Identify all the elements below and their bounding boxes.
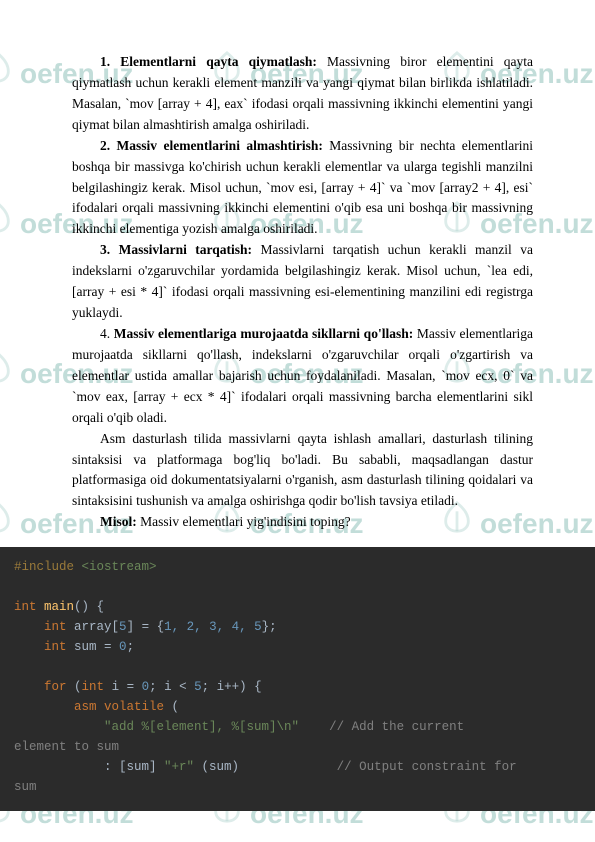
p4-num: 4. (100, 326, 114, 341)
code-kw: int (44, 640, 67, 654)
code-txt: sum = (67, 640, 120, 654)
paragraph-6: Misol: Massiv elementlari yig'indisini t… (72, 512, 533, 533)
code-txt: (sum) (194, 760, 239, 774)
paragraph-5: Asm dasturlash tilida massivlarni qayta … (72, 429, 533, 513)
p5-text: Asm dasturlash tilida massivlarni qayta … (72, 431, 533, 509)
code-txt: ; i++) { (202, 680, 262, 694)
code-include-path: <iostream> (82, 560, 157, 574)
p4-lead: Massiv elementlariga murojaatda sikllarn… (114, 326, 413, 341)
code-comment: // Add the current (299, 720, 464, 734)
code-comment: // Output constraint for (239, 760, 517, 774)
code-comment: element to sum (14, 740, 119, 754)
code-block: #include <iostream> int main() { int arr… (0, 547, 595, 811)
paragraph-1: 1. Elementlarni qayta qiymatlash: Massiv… (72, 52, 533, 136)
code-num: 1, 2, 3, 4, 5 (164, 620, 262, 634)
code-txt: ] = { (127, 620, 165, 634)
code-txt: : [sum] (14, 760, 164, 774)
code-pp: #include (14, 560, 82, 574)
code-kw: asm volatile (74, 700, 164, 714)
p2-lead: 2. Massiv elementlarini almashtirish: (100, 138, 323, 153)
code-str: "+r" (164, 760, 194, 774)
code-kw: int (82, 680, 105, 694)
document-content: 1. Elementlarni qayta qiymatlash: Massiv… (0, 0, 595, 811)
code-num: 5 (194, 680, 202, 694)
code-txt: ; i < (149, 680, 194, 694)
code-txt: ; (127, 640, 135, 654)
code-kw: int (44, 620, 67, 634)
code-kw: for (44, 680, 67, 694)
code-txt: }; (262, 620, 277, 634)
code-txt: array[ (67, 620, 120, 634)
code-txt: ( (67, 680, 82, 694)
code-kw: int (14, 600, 37, 614)
code-fn: main (37, 600, 75, 614)
code-num: 0 (142, 680, 150, 694)
code-comment: sum (14, 780, 37, 794)
p1-lead: 1. Elementlarni qayta qiymatlash: (100, 54, 317, 69)
p6-lead: Misol: (100, 514, 137, 529)
code-txt: ( (164, 700, 179, 714)
p6-text: Massiv elementlari yig'indisini toping? (137, 514, 351, 529)
code-num: 0 (119, 640, 127, 654)
paragraph-4: 4. Massiv elementlariga murojaatda sikll… (72, 324, 533, 429)
code-str: "add %[element], %[sum]\n" (104, 720, 299, 734)
code-num: 5 (119, 620, 127, 634)
paragraph-2: 2. Massiv elementlarini almashtirish: Ma… (72, 136, 533, 241)
code-txt: i = (104, 680, 142, 694)
paragraph-3: 3. Massivlarni tarqatish: Massivlarni ta… (72, 240, 533, 324)
p3-lead: 3. Massivlarni tarqatish: (100, 242, 252, 257)
code-txt: () { (74, 600, 104, 614)
